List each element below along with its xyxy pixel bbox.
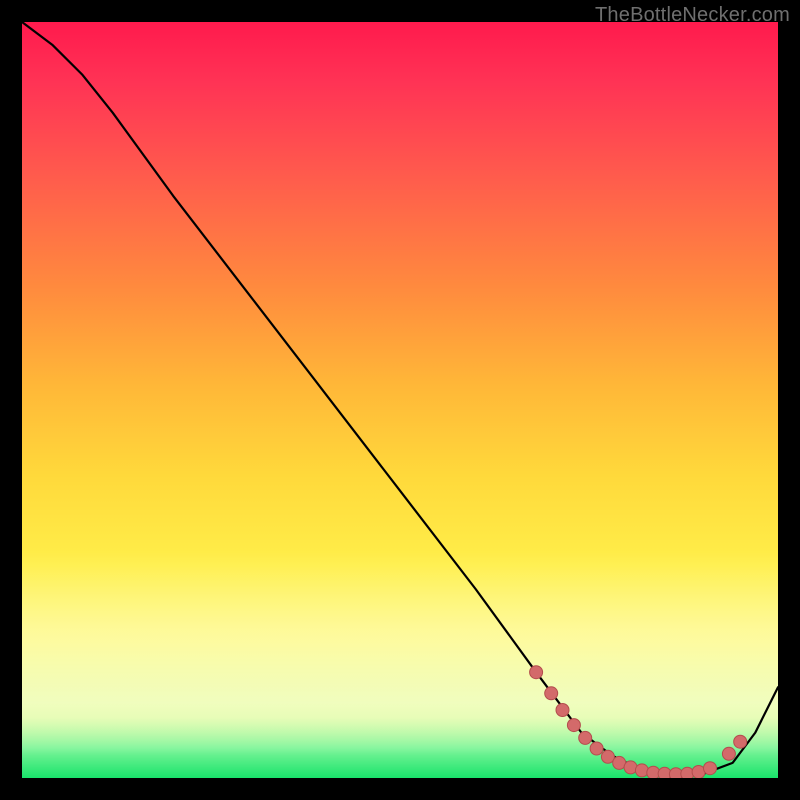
watermark-text: TheBottleNecker.com bbox=[595, 4, 790, 27]
chart-frame: TheBottleNecker.com bbox=[0, 0, 800, 800]
chart-marker-layer bbox=[530, 666, 747, 778]
chart-marker bbox=[590, 742, 603, 755]
chart-curve bbox=[22, 22, 778, 774]
chart-marker bbox=[556, 704, 569, 717]
chart-marker bbox=[579, 731, 592, 744]
chart-marker bbox=[567, 719, 580, 732]
chart-marker bbox=[545, 687, 558, 700]
chart-marker bbox=[734, 735, 747, 748]
chart-overlay-svg bbox=[22, 22, 778, 778]
chart-marker bbox=[722, 747, 735, 760]
chart-marker bbox=[530, 666, 543, 679]
chart-marker bbox=[704, 762, 717, 775]
chart-plot-area bbox=[22, 22, 778, 778]
chart-marker bbox=[635, 764, 648, 777]
